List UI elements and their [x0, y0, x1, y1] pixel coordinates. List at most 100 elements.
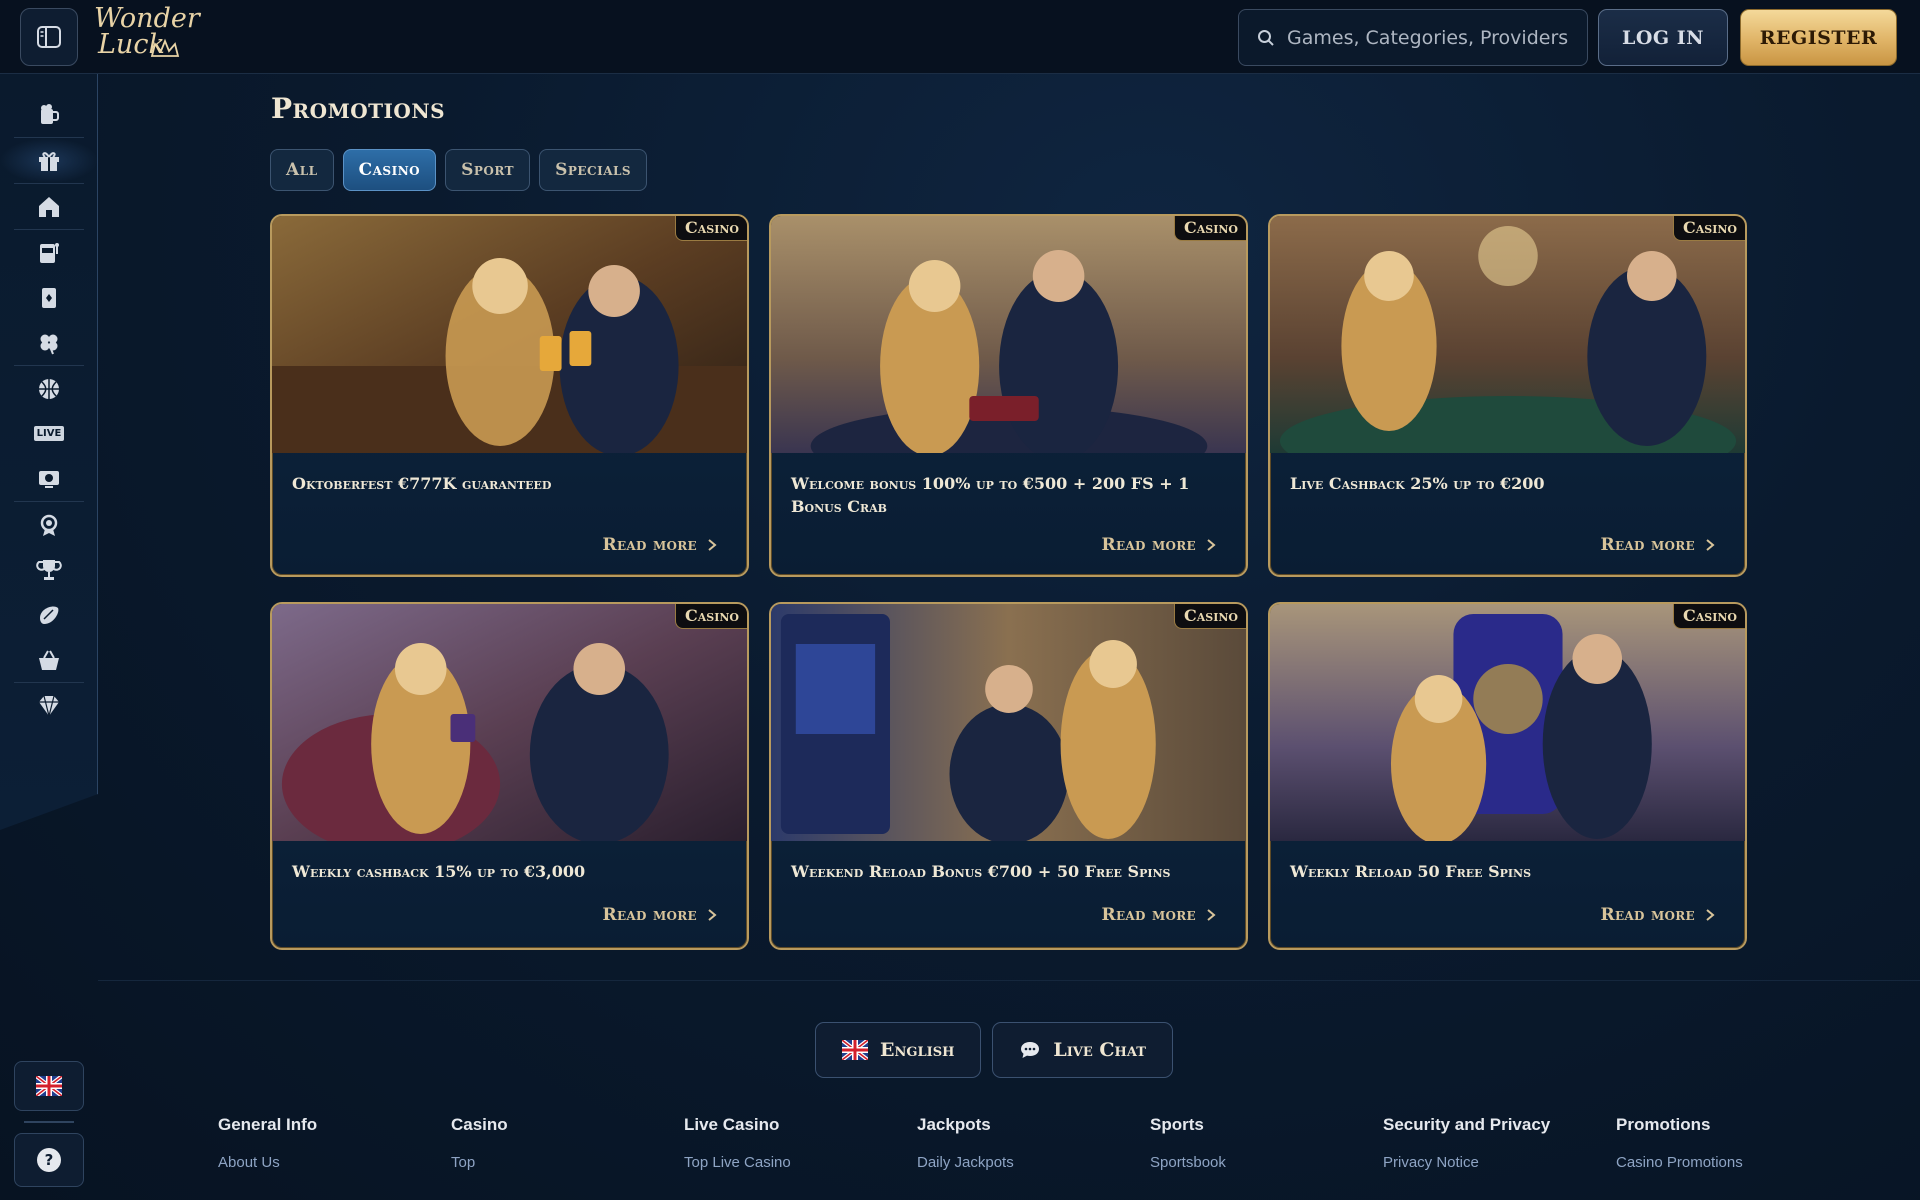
- language-flag-button[interactable]: [14, 1061, 84, 1111]
- top-header: Wonder Luck LOG IN REGISTER: [0, 0, 1920, 74]
- footer-link[interactable]: Daily Jackpots: [917, 1154, 1150, 1171]
- read-more-label: Read more: [1600, 535, 1695, 555]
- footer-heading: General Info: [218, 1115, 318, 1134]
- footer-column-jackpots: Jackpots Daily Jackpots: [917, 1115, 1150, 1185]
- crown-icon: [150, 38, 180, 57]
- sidebar-item-oktoberfest[interactable]: [0, 92, 98, 137]
- promo-image: Casino: [272, 604, 747, 841]
- beer-icon: [41, 103, 59, 124]
- promo-card-weekly-cashback[interactable]: Casino Weekly cashback 15% up to €3,000 …: [270, 602, 749, 950]
- promo-card-weekly-reload[interactable]: Casino Weekly Reload 50 Free Spins Read …: [1268, 602, 1747, 950]
- footer-link[interactable]: Top Live Casino: [684, 1154, 917, 1171]
- sidebar-item-crab[interactable]: [0, 592, 98, 637]
- promo-card-welcome-bonus[interactable]: Casino Welcome bonus 100% up to €500 + 2…: [769, 214, 1248, 577]
- language-label: English: [880, 1039, 955, 1061]
- gift-icon: [39, 151, 59, 171]
- chat-bubble-icon: [1021, 1042, 1040, 1058]
- footer-columns: General Info About Us Casino Top Live Ca…: [218, 1115, 1849, 1185]
- promo-image: Casino: [1270, 216, 1745, 453]
- read-more-label: Read more: [1600, 905, 1695, 925]
- read-more-label: Read more: [602, 905, 697, 925]
- sidebar-item-home[interactable]: [0, 184, 98, 229]
- trophy-icon: [36, 559, 62, 580]
- tab-all[interactable]: All: [270, 149, 334, 191]
- live-icon: LIVE: [33, 426, 65, 441]
- category-badge: Casino: [1673, 216, 1745, 241]
- help-icon: ?: [37, 1148, 61, 1172]
- footer-heading: Sports: [1150, 1115, 1204, 1134]
- promo-title: Weekend Reload Bonus €700 + 50 Free Spin…: [791, 862, 1171, 881]
- sidebar-toggle-button[interactable]: [20, 8, 78, 66]
- live-tv-icon: [39, 470, 59, 488]
- sidebar-item-tournaments[interactable]: [0, 547, 98, 592]
- category-badge: Casino: [1174, 604, 1246, 629]
- promo-title: Oktoberfest €777K guaranteed: [292, 474, 552, 493]
- tab-specials[interactable]: Specials: [539, 149, 648, 191]
- language-select-button[interactable]: English: [815, 1022, 982, 1078]
- promo-title: Welcome bonus 100% up to €500 + 200 FS +…: [791, 474, 1190, 516]
- diamond-icon: [39, 695, 59, 716]
- promo-image: Casino: [771, 604, 1246, 841]
- promo-image: Casino: [771, 216, 1246, 453]
- footer-link[interactable]: Sportsbook: [1150, 1154, 1383, 1171]
- sidebar-toggle-icon: [37, 26, 61, 48]
- promotion-tabs: All Casino Sport Specials: [270, 149, 648, 191]
- footer-heading: Jackpots: [917, 1115, 991, 1134]
- promo-card-oktoberfest[interactable]: Casino Oktoberfest €777K guaranteed Read…: [270, 214, 749, 577]
- site-logo[interactable]: Wonder Luck: [94, 5, 200, 66]
- footer-link[interactable]: Casino Promotions: [1616, 1154, 1849, 1171]
- uk-flag-icon: [36, 1076, 62, 1096]
- category-badge: Casino: [675, 604, 747, 629]
- card-icon: [42, 287, 56, 308]
- live-chat-button[interactable]: Live Chat: [992, 1022, 1173, 1078]
- sidebar-item-vip[interactable]: [0, 683, 98, 728]
- basketball-icon: [39, 378, 59, 399]
- footer-heading: Casino: [451, 1115, 508, 1134]
- register-button[interactable]: REGISTER: [1740, 9, 1897, 66]
- read-more-link[interactable]: Read more: [1102, 905, 1216, 925]
- promo-card-live-cashback[interactable]: Casino Live Cashback 25% up to €200 Read…: [1268, 214, 1747, 577]
- promo-card-weekend-reload[interactable]: Casino Weekend Reload Bonus €700 + 50 Fr…: [769, 602, 1248, 950]
- read-more-link[interactable]: Read more: [1601, 535, 1715, 555]
- footer-heading: Promotions: [1616, 1115, 1711, 1134]
- chevron-right-icon: [1207, 539, 1216, 551]
- footer-actions: English Live Chat: [815, 1022, 1173, 1078]
- gear-badge-icon: [40, 514, 58, 536]
- sidebar-item-sports[interactable]: [0, 366, 98, 411]
- sidebar-item-slots[interactable]: [0, 230, 98, 275]
- category-badge: Casino: [1174, 216, 1246, 241]
- category-badge: Casino: [1673, 604, 1745, 629]
- sidebar-item-lucky[interactable]: [0, 320, 98, 365]
- footer-link[interactable]: Top: [451, 1154, 684, 1171]
- read-more-link[interactable]: Read more: [1102, 535, 1216, 555]
- sidebar-item-live[interactable]: LIVE: [0, 411, 98, 456]
- rugby-ball-icon: [40, 605, 59, 624]
- promo-image: Casino: [1270, 604, 1745, 841]
- footer-link[interactable]: Privacy Notice: [1383, 1154, 1616, 1171]
- search-input[interactable]: [1287, 26, 1577, 49]
- sidebar-item-table-games[interactable]: [0, 275, 98, 320]
- read-more-link[interactable]: Read more: [603, 535, 717, 555]
- footer-column-general-info: General Info About Us: [218, 1115, 451, 1185]
- promo-title: Weekly cashback 15% up to €3,000: [292, 862, 586, 881]
- footer-divider: [98, 980, 1920, 981]
- read-more-link[interactable]: Read more: [603, 905, 717, 925]
- sidebar-bottom-divider: [24, 1121, 74, 1123]
- sidebar-item-live-tv[interactable]: [0, 456, 98, 501]
- tab-casino[interactable]: Casino: [342, 149, 437, 191]
- promo-image: Casino: [272, 216, 747, 453]
- tab-sport[interactable]: Sport: [445, 149, 531, 191]
- footer-heading: Security and Privacy: [1383, 1115, 1551, 1134]
- footer-column-security: Security and Privacy Privacy Notice: [1383, 1115, 1616, 1185]
- search-box[interactable]: [1238, 9, 1588, 66]
- login-button[interactable]: LOG IN: [1598, 9, 1728, 66]
- sidebar-item-shop[interactable]: [0, 637, 98, 682]
- read-more-link[interactable]: Read more: [1601, 905, 1715, 925]
- footer-link[interactable]: About Us: [218, 1154, 451, 1171]
- help-button[interactable]: ?: [14, 1133, 84, 1187]
- sidebar-item-promotions[interactable]: [0, 138, 98, 183]
- footer-column-live-casino: Live Casino Top Live Casino: [684, 1115, 917, 1185]
- sidebar-item-rewards[interactable]: [0, 502, 98, 547]
- chevron-right-icon: [1207, 909, 1216, 921]
- chevron-right-icon: [1706, 539, 1715, 551]
